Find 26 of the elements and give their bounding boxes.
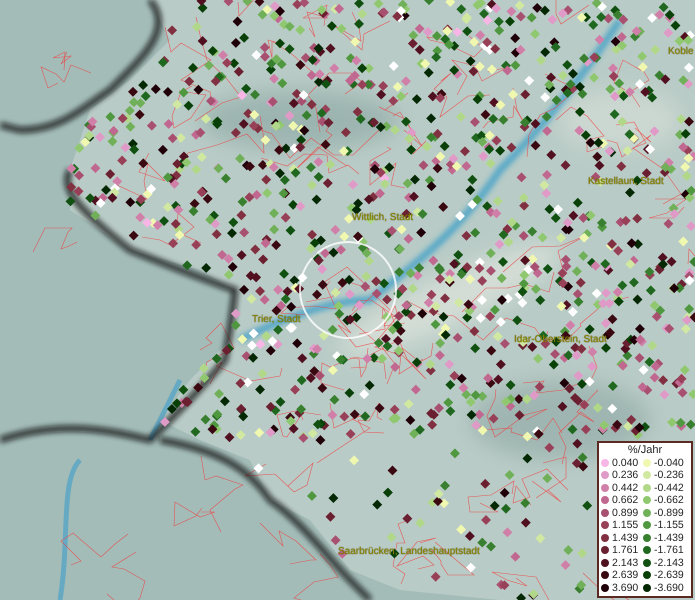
legend-value: -3.690 [654, 582, 684, 594]
legend-value: -0.040 [654, 456, 684, 469]
legend-value: 1.155 [612, 519, 638, 532]
legend-value: 3.690 [612, 582, 638, 594]
legend-value: -1.439 [654, 532, 684, 544]
legend-value: -0.899 [654, 506, 684, 519]
legend-value: 0.236 [612, 469, 638, 482]
legend-value: -1.155 [654, 519, 684, 532]
legend-title: %/Jahr [626, 444, 664, 456]
place-label: Trier, Stadt [252, 314, 301, 325]
legend-value: 0.442 [612, 482, 638, 494]
legend-value: 2.639 [612, 569, 638, 582]
legend-value: -0.236 [654, 469, 684, 482]
legend-value: 1.761 [612, 544, 638, 556]
place-label: Koble [668, 46, 694, 57]
place-label: Wittlich, Stadt [352, 212, 414, 223]
legend-value: -0.442 [654, 482, 684, 494]
legend-value: -1.761 [654, 544, 684, 556]
legend-value: 0.899 [612, 506, 638, 519]
legend-value: -0.662 [654, 494, 684, 506]
legend-value: 2.143 [612, 556, 638, 569]
legend-value: -2.143 [654, 556, 684, 569]
legend-value: 1.439 [612, 532, 638, 544]
legend-value: 0.662 [612, 494, 638, 506]
legend-value: -2.639 [654, 569, 684, 582]
legend-value: 0.040 [612, 456, 638, 469]
